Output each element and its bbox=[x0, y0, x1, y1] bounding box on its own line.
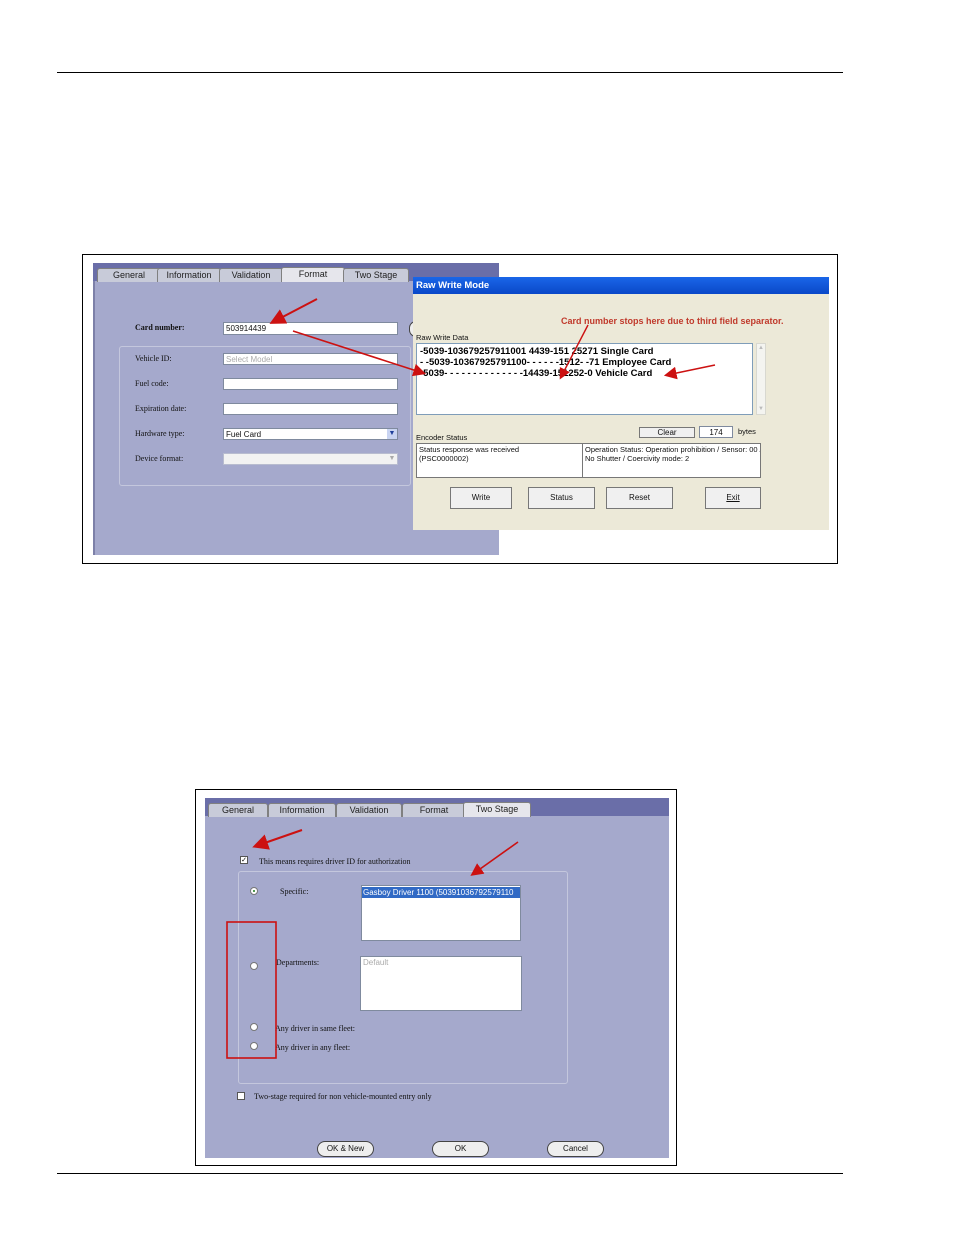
annotation-overlay bbox=[226, 829, 519, 1059]
figure-format-screenshot: General Information Validation Format Tw… bbox=[82, 254, 838, 564]
arrow-to-separator bbox=[559, 324, 589, 380]
top-rule bbox=[57, 72, 843, 73]
arrow-to-card-number bbox=[269, 298, 318, 324]
arrow-to-vehicle-line bbox=[292, 330, 427, 377]
figure-two-stage-screenshot: General Information Validation Format Tw… bbox=[195, 789, 677, 1166]
highlight-box bbox=[226, 921, 277, 1059]
bottom-rule bbox=[57, 1173, 843, 1174]
arrow-to-vehicle-card bbox=[663, 364, 716, 380]
arrow-to-checkbox bbox=[252, 829, 303, 850]
arrow-to-specific-list bbox=[470, 841, 519, 876]
annotation-arrows bbox=[269, 298, 716, 380]
